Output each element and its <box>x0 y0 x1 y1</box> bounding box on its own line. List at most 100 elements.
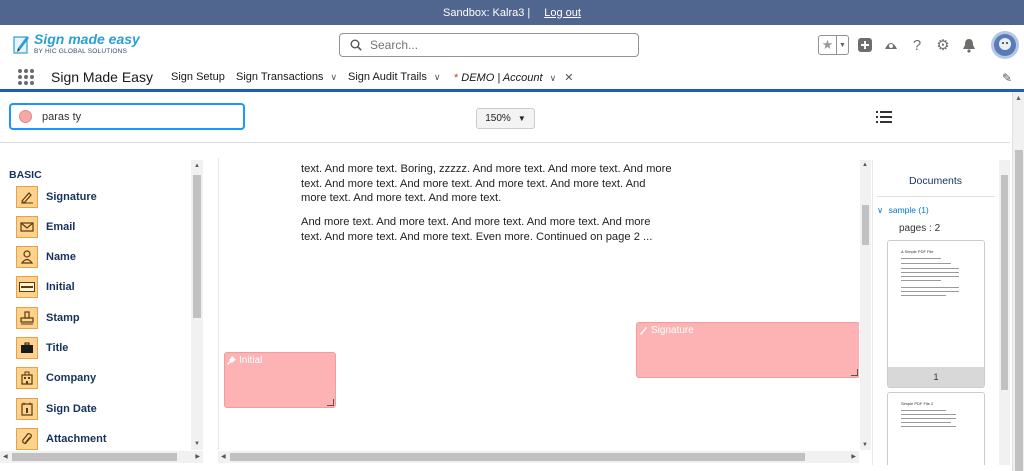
signature-field[interactable]: Signature <box>636 322 859 378</box>
palette-item-label: Initial <box>46 281 75 293</box>
thumbnail-title: A Simple PDF File <box>901 249 934 254</box>
app-launcher-icon[interactable] <box>18 69 34 85</box>
app-name: Sign Made Easy <box>51 69 153 85</box>
global-header: Sign made easy BY HIC GLOBAL SOLUTIONS ★… <box>0 25 1024 65</box>
page-scrollbar[interactable]: ▲ <box>1012 92 1024 471</box>
scroll-left-arrow-icon[interactable]: ◀ <box>3 453 8 460</box>
logout-link[interactable]: Log out <box>544 7 581 19</box>
divider <box>877 196 995 197</box>
scroll-down-arrow-icon[interactable]: ▼ <box>862 442 868 448</box>
field-label: Initial <box>227 355 262 366</box>
header-actions: ★ ▼ ? ⚙ <box>818 31 1019 59</box>
global-search[interactable] <box>339 33 639 57</box>
thumbnail-title: Simple PDF File 2 <box>901 401 934 406</box>
close-tab-icon[interactable]: ✕ <box>564 72 573 84</box>
app-logo[interactable]: Sign made easy BY HIC GLOBAL SOLUTIONS <box>12 31 142 59</box>
palette-item-email[interactable]: Email <box>16 215 75 239</box>
scroll-right-arrow-icon[interactable]: ▶ <box>195 453 200 460</box>
briefcase-icon <box>16 337 38 359</box>
nav-item-sign-audit-trails[interactable]: Sign Audit Trails ∨ <box>348 71 440 83</box>
document-tree-node[interactable]: ∨ sample (1) <box>877 205 929 216</box>
stamp-icon <box>16 307 38 329</box>
trailhead-icon[interactable] <box>881 35 901 55</box>
viewer-horizontal-scrollbar[interactable]: ◀ ▶ <box>218 451 859 463</box>
building-icon <box>16 367 38 389</box>
scroll-up-arrow-icon[interactable]: ▲ <box>862 162 868 168</box>
logo-pen-icon <box>13 36 29 54</box>
setup-gear-icon[interactable]: ⚙ <box>933 35 953 55</box>
documents-scrollbar[interactable] <box>999 160 1010 465</box>
palette-item-title[interactable]: Title <box>16 336 68 360</box>
palette-item-initial[interactable]: Initial <box>16 275 75 299</box>
document-paragraph: text. And more text. Boring, zzzzz. And … <box>301 163 672 204</box>
email-icon <box>16 216 38 238</box>
palette-item-attachment[interactable]: Attachment <box>16 427 107 451</box>
nav-item-sign-transactions[interactable]: Sign Transactions ∨ <box>236 71 337 83</box>
favorites-group: ★ ▼ <box>818 35 849 55</box>
palette-item-name[interactable]: Name <box>16 245 76 269</box>
page-scroll-thumb[interactable] <box>1015 150 1023 471</box>
zoom-value: 150% <box>485 113 511 124</box>
documents-header: Documents <box>908 175 963 187</box>
pages-count: pages : 2 <box>899 223 941 234</box>
page-thumbnail[interactable]: A Simple PDF File 1 <box>887 240 985 388</box>
palette-item-stamp[interactable]: Stamp <box>16 306 80 330</box>
palette-item-sign-date[interactable]: Sign Date <box>16 397 97 421</box>
palette-item-label: Name <box>46 251 76 263</box>
global-actions-icon[interactable] <box>855 35 875 55</box>
field-label: Signature <box>639 325 694 336</box>
list-view-icon[interactable] <box>876 110 892 124</box>
viewer-scrollbar[interactable]: ▲ ▼ <box>860 160 871 450</box>
palette-scroll-thumb[interactable] <box>193 175 201 318</box>
pen-icon <box>640 327 647 335</box>
favorites-dropdown-icon[interactable]: ▼ <box>836 36 848 54</box>
page-thumbnail[interactable]: Simple PDF File 2 <box>887 392 985 465</box>
nav-item-label: Sign Setup <box>171 71 225 83</box>
document-name: sample (1) <box>888 205 929 215</box>
resize-handle-icon[interactable] <box>327 399 334 406</box>
user-avatar[interactable] <box>991 31 1019 59</box>
nav-item-label: Sign Transactions <box>236 71 324 83</box>
scroll-right-arrow-icon[interactable]: ▶ <box>851 453 856 460</box>
sandbox-label: Sandbox: Kalra3 | <box>443 6 531 19</box>
viewer-hscroll-thumb[interactable] <box>230 453 805 461</box>
palette-horizontal-scrollbar[interactable]: ◀ ▶ <box>0 451 203 463</box>
notifications-bell-icon[interactable] <box>959 35 979 55</box>
chevron-down-icon[interactable]: ∨ <box>434 72 441 82</box>
signer-color-dot <box>19 110 32 123</box>
initial-field[interactable]: Initial <box>224 352 336 408</box>
field-palette: BASIC Signature Email Name Initial Stamp <box>0 158 205 463</box>
tab-demo-account[interactable]: * DEMO | Account ∨ ✕ <box>454 71 573 84</box>
logo-subtitle: BY HIC GLOBAL SOLUTIONS <box>34 48 128 55</box>
palette-item-company[interactable]: Company <box>16 366 96 390</box>
viewer-scroll-thumb[interactable] <box>862 205 869 245</box>
document-paragraph: And more text. And more text. And more t… <box>301 216 653 243</box>
edit-nav-pencil-icon[interactable]: ✎ <box>1002 71 1012 85</box>
help-icon[interactable]: ? <box>907 35 927 55</box>
chevron-down-icon[interactable]: ∨ <box>330 72 337 82</box>
scroll-down-arrow-icon[interactable]: ▼ <box>194 441 200 447</box>
palette-scrollbar[interactable]: ▲ ▼ <box>191 160 203 450</box>
chevron-down-icon[interactable]: ∨ <box>550 73 557 83</box>
search-input[interactable] <box>370 38 630 52</box>
scroll-up-arrow-icon[interactable]: ▲ <box>194 163 200 169</box>
palette-hscroll-thumb[interactable] <box>12 453 177 461</box>
nav-item-sign-setup[interactable]: Sign Setup <box>171 71 225 83</box>
sign-toolbar: paras ty 150% ▼ <box>0 95 1010 143</box>
calendar-icon <box>16 398 38 420</box>
search-icon <box>350 39 362 51</box>
document-viewer[interactable]: text. And more text. Boring, zzzzz. And … <box>218 158 859 450</box>
signature-pen-icon <box>16 186 38 208</box>
resize-handle-icon[interactable] <box>851 369 858 376</box>
scroll-left-arrow-icon[interactable]: ◀ <box>221 453 226 460</box>
palette-item-label: Sign Date <box>46 403 97 415</box>
scroll-up-arrow-icon[interactable]: ▲ <box>1015 95 1022 102</box>
chevron-down-icon[interactable]: ∨ <box>877 205 883 215</box>
pin-icon <box>227 356 236 365</box>
documents-scroll-thumb[interactable] <box>1001 175 1008 390</box>
signer-select[interactable]: paras ty <box>9 103 245 130</box>
palette-item-label: Title <box>46 342 69 354</box>
zoom-select[interactable]: 150% ▼ <box>476 108 535 129</box>
favorite-star-icon[interactable]: ★ <box>819 36 836 54</box>
palette-item-signature[interactable]: Signature <box>16 185 97 209</box>
